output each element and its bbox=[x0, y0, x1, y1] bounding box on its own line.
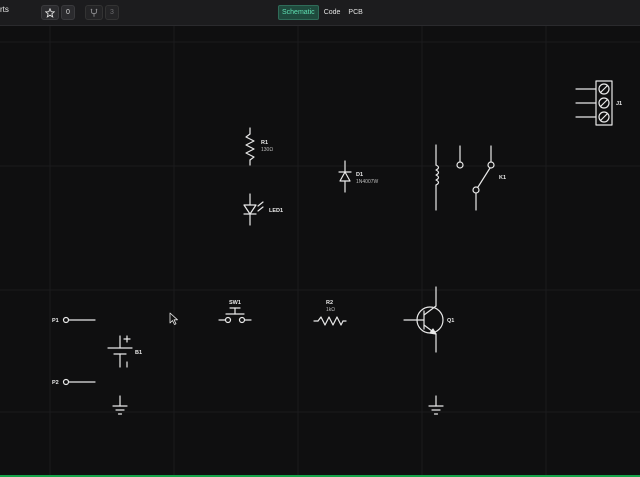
connector-j1[interactable] bbox=[575, 80, 613, 126]
fork-icon bbox=[90, 8, 98, 17]
star-icon bbox=[45, 7, 55, 18]
r1-value: 130Ω bbox=[261, 147, 273, 153]
resistor-r1[interactable] bbox=[245, 127, 255, 166]
transistor-q1[interactable] bbox=[403, 286, 444, 353]
relay-k1[interactable] bbox=[435, 144, 495, 211]
sw1-ref: SW1 bbox=[229, 300, 241, 306]
battery-b1[interactable] bbox=[107, 335, 133, 368]
switch-sw1[interactable] bbox=[218, 307, 252, 324]
p1-ref: P1 bbox=[52, 318, 59, 324]
view-tabs: Schematic Code PCB bbox=[278, 5, 366, 20]
fork-count: 3 bbox=[105, 5, 119, 20]
canvas-grid bbox=[0, 26, 640, 475]
r2-value: 1kΩ bbox=[326, 307, 335, 313]
k1-ref: K1 bbox=[499, 175, 506, 181]
star-button[interactable] bbox=[41, 5, 59, 20]
p2-ref: P2 bbox=[52, 380, 59, 386]
port-p2[interactable] bbox=[62, 378, 96, 386]
r1-ref: R1 bbox=[261, 140, 268, 146]
tab-code[interactable]: Code bbox=[321, 5, 344, 20]
d1-value: 1N4007W bbox=[356, 179, 379, 185]
schematic-canvas[interactable]: R1 LED1 D1 K1 J1 P1 P2 B1 SW1 R2 Q1 130Ω… bbox=[0, 26, 640, 475]
fork-button[interactable] bbox=[85, 5, 103, 20]
port-p1[interactable] bbox=[62, 316, 96, 324]
project-title[interactable]: rts bbox=[0, 5, 9, 14]
star-count: 0 bbox=[61, 5, 75, 20]
top-toolbar: rts 0 3 Schematic Code PCB bbox=[0, 0, 640, 26]
d1-ref: D1 bbox=[356, 172, 363, 178]
q1-ref: Q1 bbox=[447, 318, 454, 324]
tab-pcb[interactable]: PCB bbox=[345, 5, 365, 20]
r2-ref: R2 bbox=[326, 300, 333, 306]
led1-ref: LED1 bbox=[269, 208, 283, 214]
b1-ref: B1 bbox=[135, 350, 142, 356]
ground-right[interactable] bbox=[428, 395, 444, 415]
led-led1[interactable] bbox=[243, 193, 264, 226]
tab-schematic[interactable]: Schematic bbox=[278, 5, 319, 20]
ground-left[interactable] bbox=[112, 395, 128, 415]
resistor-r2[interactable] bbox=[313, 316, 347, 326]
j1-ref: J1 bbox=[616, 101, 622, 107]
